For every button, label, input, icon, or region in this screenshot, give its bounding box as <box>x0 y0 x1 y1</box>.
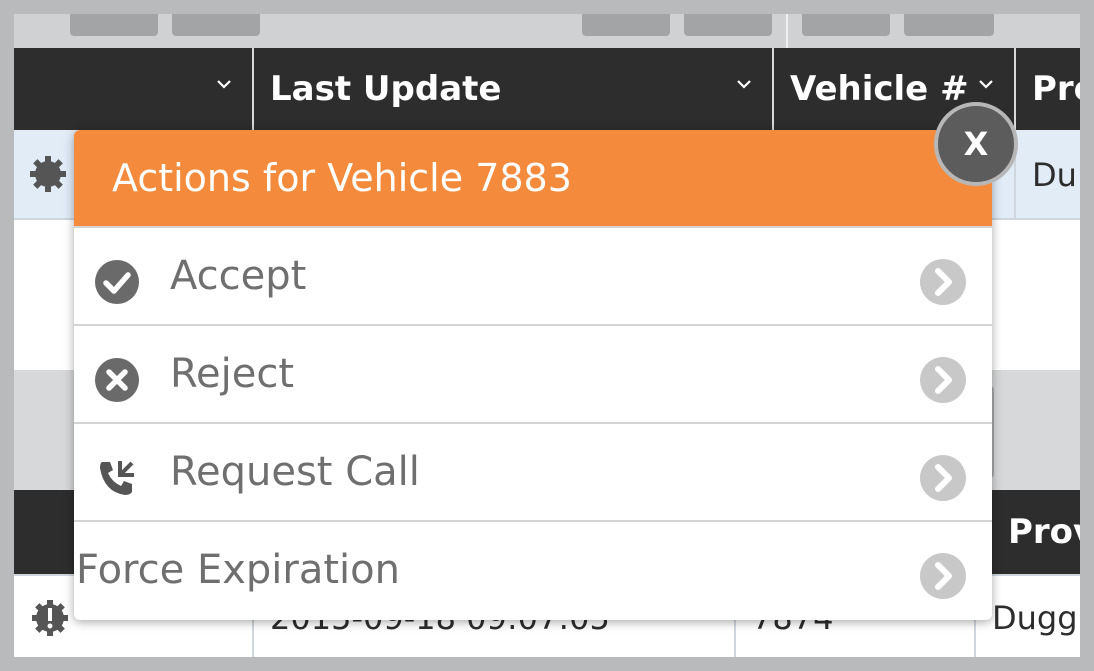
table-header: Last Update Vehicle # Pro <box>14 48 1080 130</box>
toolbar-button[interactable] <box>684 14 772 36</box>
action-label: Reject <box>170 351 295 397</box>
toolbar-button[interactable] <box>70 14 158 36</box>
chevron-down-icon[interactable] <box>736 76 752 92</box>
toolbar-button[interactable] <box>904 14 994 36</box>
alert-badge-icon[interactable] <box>30 598 70 638</box>
column-header-label: Vehicle # <box>790 69 969 109</box>
column-header-label: Pro <box>1032 69 1080 109</box>
gear-icon[interactable] <box>28 154 68 194</box>
action-request-call[interactable]: Request Call <box>74 422 992 520</box>
toolbar-button[interactable] <box>172 14 260 36</box>
column-header-provider[interactable]: Pro <box>1014 48 1080 130</box>
app-frame: Last Update Vehicle # Pro Du <box>14 14 1080 657</box>
action-reject[interactable]: Reject <box>74 324 992 422</box>
column-header-actions[interactable] <box>14 48 252 130</box>
toolbar-button[interactable] <box>582 14 670 36</box>
popup-title: Actions for Vehicle 7883 <box>74 130 992 226</box>
chevron-right-icon <box>920 553 966 599</box>
chevron-right-icon <box>920 259 966 305</box>
x-circle-icon <box>95 358 139 402</box>
chevron-right-icon <box>920 357 966 403</box>
phone-incoming-icon <box>100 461 134 495</box>
action-force-expiration[interactable]: Force Expiration <box>74 520 992 618</box>
column-header-provider[interactable]: Provi <box>990 490 1080 574</box>
chevron-right-icon <box>920 455 966 501</box>
table-cell: Du <box>1014 130 1080 220</box>
column-header-last-update[interactable]: Last Update <box>252 48 772 130</box>
action-label: Accept <box>170 253 307 299</box>
toolbar <box>14 14 1080 48</box>
action-accept[interactable]: Accept <box>74 226 992 324</box>
toolbar-button[interactable] <box>802 14 890 36</box>
column-header-label: Last Update <box>270 69 502 109</box>
action-label: Request Call <box>170 449 420 495</box>
actions-popup: Actions for Vehicle 7883 Accept Reject R… <box>74 130 992 620</box>
chevron-down-icon[interactable] <box>216 76 232 92</box>
close-button[interactable]: X <box>934 102 1018 186</box>
check-circle-icon <box>95 260 139 304</box>
action-label: Force Expiration <box>76 547 400 593</box>
toolbar-divider <box>786 14 788 48</box>
chevron-down-icon[interactable] <box>978 76 994 92</box>
